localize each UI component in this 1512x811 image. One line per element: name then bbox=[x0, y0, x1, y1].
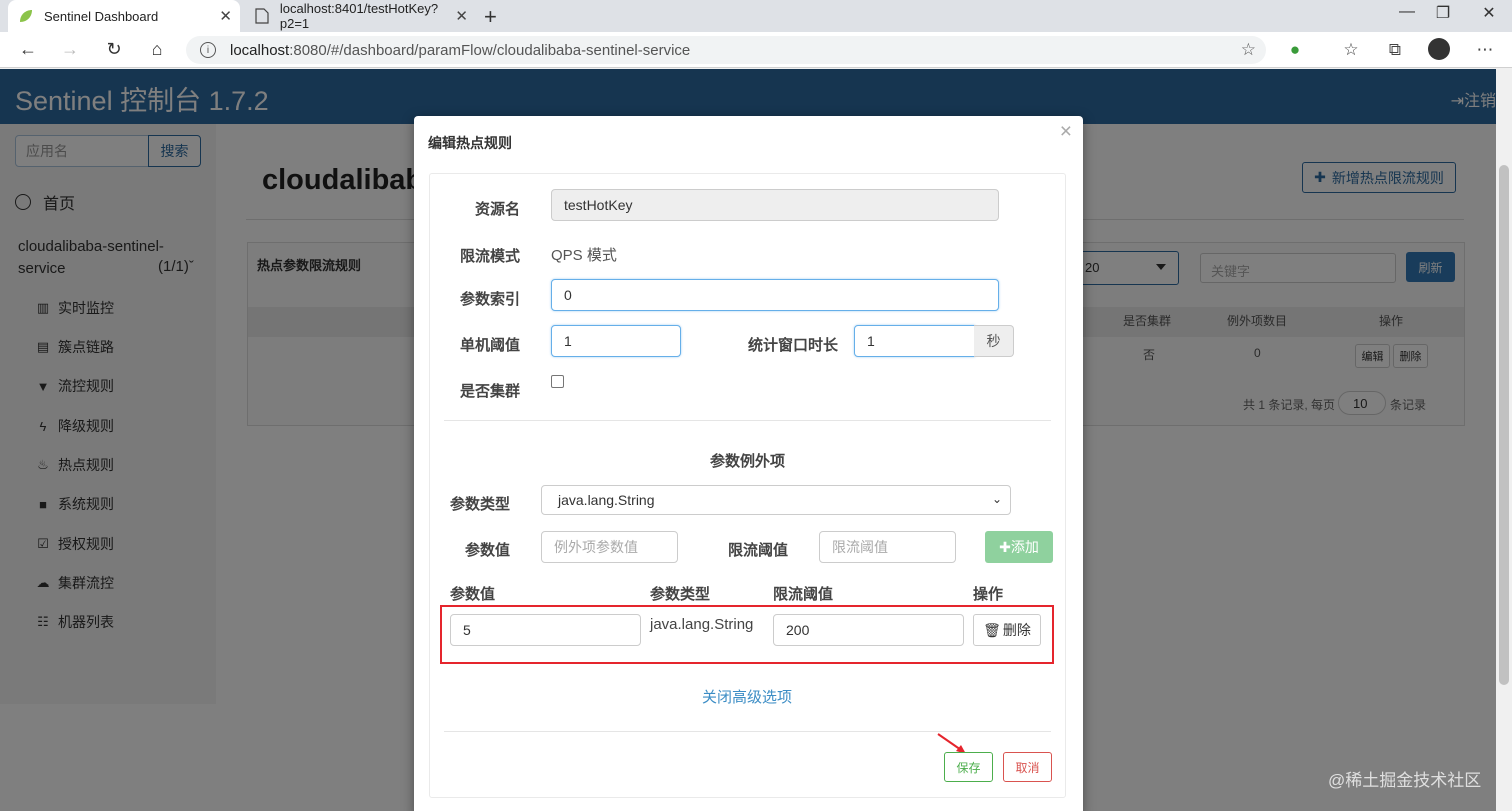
mode-value: QPS 模式 bbox=[551, 247, 617, 264]
dialog-title: 编辑热点规则 bbox=[428, 135, 512, 151]
col-param-type: 参数类型 bbox=[650, 586, 711, 603]
param-value-label: 参数值 bbox=[465, 542, 511, 559]
cluster-label: 是否集群 bbox=[460, 383, 521, 400]
url-field[interactable]: i localhost:8080/#/dashboard/paramFlow/c… bbox=[186, 36, 1266, 64]
param-index-label: 参数索引 bbox=[460, 291, 521, 308]
exception-limit-field[interactable]: 200 bbox=[773, 614, 964, 646]
chevron-down-icon: ⌄ bbox=[991, 492, 1002, 506]
extension-icon[interactable]: ● bbox=[1282, 40, 1308, 60]
watermark: @稀土掘金技术社区 bbox=[1328, 771, 1482, 790]
param-type-value: java.lang.String bbox=[558, 492, 655, 508]
limit-input[interactable]: 限流阈值 bbox=[819, 531, 956, 563]
reload-icon[interactable]: ↻ bbox=[102, 39, 126, 60]
browser-tab-bar: Sentinel Dashboard ✕ localhost:8401/test… bbox=[0, 0, 1512, 32]
dialog-body: 资源名 testHotKey 限流模式 QPS 模式 参数索引 0 单机阈值 1… bbox=[429, 173, 1066, 798]
resource-field: testHotKey bbox=[551, 189, 999, 221]
save-button[interactable]: 保存 bbox=[944, 752, 993, 782]
col-param-value: 参数值 bbox=[450, 586, 496, 603]
mode-label: 限流模式 bbox=[460, 248, 521, 265]
edit-hot-rule-dialog: 编辑热点规则 × 资源名 testHotKey 限流模式 QPS 模式 参数索引… bbox=[414, 116, 1083, 811]
window-label: 统计窗口时长 bbox=[748, 337, 839, 354]
address-bar: ← → ↻ ⌂ i localhost:8080/#/dashboard/par… bbox=[0, 32, 1512, 68]
tab-title: Sentinel Dashboard bbox=[44, 8, 159, 24]
maximize-icon[interactable]: ❐ bbox=[1420, 3, 1466, 23]
exception-type: java.lang.String bbox=[650, 616, 754, 633]
delete-exception-button[interactable]: 🗑 删除 bbox=[973, 614, 1041, 646]
exceptions-title: 参数例外项 bbox=[710, 453, 786, 470]
close-window-icon[interactable]: ✕ bbox=[1466, 3, 1512, 23]
toggle-advanced-link[interactable]: 关闭高级选项 bbox=[702, 686, 792, 707]
tab-title: localhost:8401/testHotKey?p2=1 bbox=[279, 1, 439, 31]
close-tab-icon[interactable]: ✕ bbox=[219, 7, 232, 25]
window-unit: 秒 bbox=[974, 325, 1014, 357]
section-divider bbox=[444, 420, 1051, 421]
window-field[interactable]: 1 bbox=[854, 325, 975, 357]
close-icon[interactable]: × bbox=[1060, 120, 1072, 144]
forward-arrow-icon[interactable]: → bbox=[58, 39, 82, 60]
plus-icon: ✚ bbox=[999, 538, 1011, 555]
new-tab-icon[interactable]: + bbox=[484, 4, 497, 30]
col-limit: 限流阈值 bbox=[773, 586, 834, 603]
home-icon[interactable]: ⌂ bbox=[145, 39, 169, 60]
cluster-checkbox[interactable] bbox=[551, 375, 564, 388]
param-type-label: 参数类型 bbox=[450, 496, 511, 513]
exception-value-field[interactable]: 5 bbox=[450, 614, 641, 646]
add-exception-button[interactable]: ✚ 添加 bbox=[985, 531, 1053, 563]
limit-label: 限流阈值 bbox=[728, 542, 789, 559]
back-arrow-icon[interactable]: ← bbox=[16, 39, 40, 60]
leaf-icon bbox=[18, 8, 34, 24]
star-icon[interactable]: ☆ bbox=[1241, 40, 1256, 60]
delete-exception-label: 删除 bbox=[1002, 622, 1031, 638]
info-icon[interactable]: i bbox=[200, 42, 216, 58]
param-type-select[interactable]: java.lang.String ⌄ bbox=[541, 485, 1011, 515]
collections-icon[interactable]: ⧉ bbox=[1382, 40, 1408, 60]
page-icon bbox=[254, 8, 270, 24]
param-index-field[interactable]: 0 bbox=[551, 279, 999, 311]
cancel-button[interactable]: 取消 bbox=[1003, 752, 1052, 782]
resource-label: 资源名 bbox=[475, 201, 521, 218]
param-value-input[interactable]: 例外项参数值 bbox=[541, 531, 678, 563]
threshold-label: 单机阈值 bbox=[460, 337, 521, 354]
trash-icon: 🗑 bbox=[983, 621, 1001, 638]
url-host: localhost bbox=[230, 41, 290, 59]
close-tab-icon[interactable]: ✕ bbox=[455, 7, 468, 25]
more-icon[interactable]: ⋯ bbox=[1472, 40, 1498, 60]
col-ops: 操作 bbox=[973, 586, 1004, 603]
url-path: :8080/#/dashboard/paramFlow/cloudalibaba… bbox=[289, 41, 691, 59]
favorites-icon[interactable]: ☆ bbox=[1338, 40, 1364, 60]
tab-sentinel-dashboard[interactable]: Sentinel Dashboard ✕ bbox=[8, 0, 240, 32]
profile-avatar[interactable] bbox=[1428, 38, 1450, 60]
page-content: Sentinel 控制台 1.7.2 ⇥注销 应用名 搜索 首页 cloudal… bbox=[0, 69, 1496, 811]
tab-localhost-8401[interactable]: localhost:8401/testHotKey?p2=1 ✕ bbox=[244, 0, 476, 32]
threshold-field[interactable]: 1 bbox=[551, 325, 681, 357]
scrollbar-thumb[interactable] bbox=[1499, 165, 1509, 685]
add-exception-label: 添加 bbox=[1010, 539, 1039, 555]
